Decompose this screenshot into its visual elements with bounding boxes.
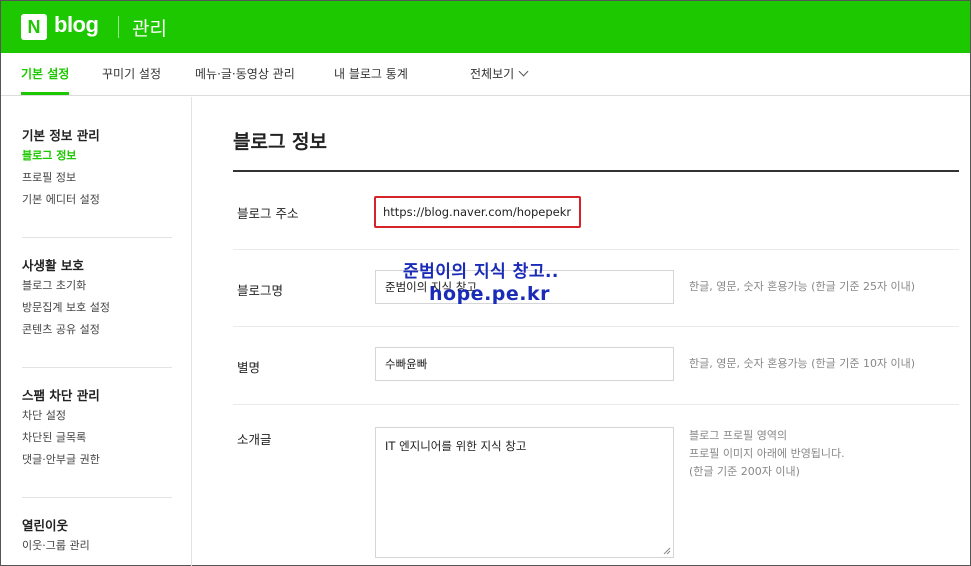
tab-blog-stats[interactable]: 내 블로그 통계 <box>334 53 408 95</box>
sidebar-divider <box>22 367 172 368</box>
sidebar-group-neighbors: 열린이웃 이웃·그룹 관리 <box>22 515 172 557</box>
header-divider <box>118 16 119 38</box>
intro-hint-line: (한글 기준 200자 이내) <box>689 465 800 478</box>
blog-name-label: 블로그명 <box>237 283 284 298</box>
sidebar-group-title: 열린이웃 <box>22 518 69 533</box>
tab-view-all-label: 전체보기 <box>470 67 515 81</box>
blog-address-label: 블로그 주소 <box>237 206 299 221</box>
sidebar-divider <box>22 497 172 498</box>
nickname-input[interactable]: 수빠윤빠 <box>375 347 674 381</box>
admin-title[interactable]: 관리 <box>132 14 167 41</box>
tab-view-all[interactable]: 전체보기 <box>470 53 529 95</box>
main-content: 블로그 정보 블로그 주소 https://blog.naver.com/hop… <box>193 97 970 566</box>
intro-textarea[interactable]: IT 엔지니어를 위한 지식 창고 <box>375 427 674 558</box>
intro-text: IT 엔지니어를 위한 지식 창고 <box>385 439 527 453</box>
nickname-hint: 한글, 영문, 숫자 혼용가능 (한글 기준 10자 이내) <box>689 357 916 370</box>
top-header: N blog 관리 <box>1 1 970 53</box>
sidebar-item-content-sharing[interactable]: 콘텐츠 공유 설정 <box>22 319 172 341</box>
nickname-label: 별명 <box>237 360 261 375</box>
sidebar: 기본 정보 관리 블로그 정보 프로필 정보 기본 에디터 설정 사생활 보호 … <box>1 97 192 566</box>
sidebar-item-visit-protection[interactable]: 방문집계 보호 설정 <box>22 297 172 319</box>
annotation-blog-title: 준범이의 지식 창고.. <box>403 262 559 282</box>
intro-hint-line: 블로그 프로필 영역의 <box>689 429 788 442</box>
intro-hint-line: 프로필 이미지 아래에 반영됩니다. <box>689 447 845 460</box>
intro-hint: 블로그 프로필 영역의 프로필 이미지 아래에 반영됩니다. (한글 기준 20… <box>689 427 845 481</box>
sidebar-item-comment-permission[interactable]: 댓글·안부글 권한 <box>22 449 172 471</box>
sidebar-group-privacy: 사생활 보호 블로그 초기화 방문집계 보호 설정 콘텐츠 공유 설정 <box>22 255 172 341</box>
sidebar-group-title: 기본 정보 관리 <box>22 128 100 143</box>
title-divider <box>233 170 959 172</box>
tab-basic-settings[interactable]: 기본 설정 <box>21 53 70 95</box>
settings-tab-bar: 기본 설정 꾸미기 설정 메뉴·글·동영상 관리 내 블로그 통계 전체보기 <box>1 53 970 96</box>
naver-logo-icon[interactable]: N <box>21 14 47 40</box>
tab-menu-post-video[interactable]: 메뉴·글·동영상 관리 <box>195 53 295 95</box>
row-divider <box>233 326 959 327</box>
sidebar-group-basic-info: 기본 정보 관리 블로그 정보 프로필 정보 기본 에디터 설정 <box>22 125 172 211</box>
sidebar-item-editor-settings[interactable]: 기본 에디터 설정 <box>22 189 172 211</box>
intro-label: 소개글 <box>237 432 272 447</box>
sidebar-group-title: 사생활 보호 <box>22 258 84 273</box>
blog-logo-text[interactable]: blog <box>54 12 99 38</box>
blog-name-hint: 한글, 영문, 숫자 혼용가능 (한글 기준 25자 이내) <box>689 280 916 293</box>
sidebar-item-block-settings[interactable]: 차단 설정 <box>22 405 172 427</box>
sidebar-divider <box>22 237 172 238</box>
sidebar-item-blog-reset[interactable]: 블로그 초기화 <box>22 275 172 297</box>
tab-decoration-settings[interactable]: 꾸미기 설정 <box>102 53 161 95</box>
sidebar-item-neighbor-groups[interactable]: 이웃·그룹 관리 <box>22 535 172 557</box>
sidebar-item-blog-info[interactable]: 블로그 정보 <box>22 145 172 167</box>
row-divider <box>233 404 959 405</box>
blog-address-value[interactable]: https://blog.naver.com/hopepekr <box>374 196 581 228</box>
page-title: 블로그 정보 <box>233 131 328 153</box>
sidebar-group-spam: 스팸 차단 관리 차단 설정 차단된 글목록 댓글·안부글 권한 <box>22 385 172 471</box>
annotation-site-url: hope.pe.kr <box>429 283 550 305</box>
resize-grip-icon[interactable] <box>662 546 671 555</box>
sidebar-item-profile-info[interactable]: 프로필 정보 <box>22 167 172 189</box>
sidebar-item-blocked-posts[interactable]: 차단된 글목록 <box>22 427 172 449</box>
chevron-down-icon <box>518 66 529 77</box>
sidebar-group-title: 스팸 차단 관리 <box>22 388 100 403</box>
row-divider <box>233 249 959 250</box>
